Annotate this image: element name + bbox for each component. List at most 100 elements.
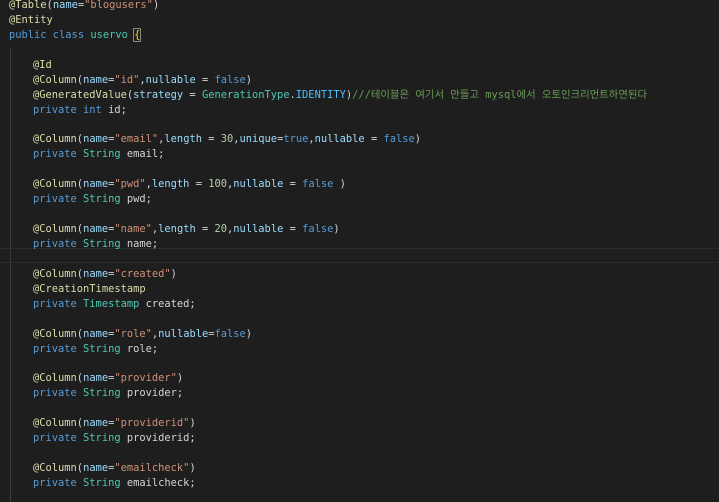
code-line[interactable]: @GeneratedValue(strategy = GenerationTyp…: [9, 88, 647, 103]
code-token: String: [83, 238, 127, 250]
code-token: false: [383, 133, 415, 146]
code-line[interactable]: [9, 118, 647, 133]
code-token: pwd;: [126, 193, 152, 206]
code-line[interactable]: public class uservo {: [9, 27, 647, 43]
code-line[interactable]: [9, 446, 647, 461]
code-token: nullable: [145, 73, 196, 86]
code-token: @Entity: [9, 13, 53, 26]
code-token: length: [151, 178, 190, 191]
code-line[interactable]: private Timestamp created;: [9, 297, 647, 312]
code-token: ): [333, 223, 340, 236]
code-line[interactable]: @Column(name="pwd",length = 100,nullable…: [9, 177, 647, 192]
code-token: length: [158, 223, 196, 236]
code-token: nullable: [233, 178, 284, 191]
code-token: email;: [126, 148, 165, 161]
code-token: String: [83, 477, 127, 489]
code-line[interactable]: @CreationTimestamp: [9, 282, 647, 297]
code-token: "pwd": [114, 178, 146, 191]
code-token: "emailcheck": [114, 462, 190, 475]
code-lines[interactable]: @Table(name="blogusers") @Entity public cl…: [9, 0, 647, 491]
code-line[interactable]: [9, 207, 647, 222]
code-token: "role": [114, 327, 152, 340]
code-token: name: [83, 73, 109, 86]
code-token: ///테이블은 여기서 만들고 mysql에서 오토인크리먼트하면된다: [352, 88, 648, 101]
code-line[interactable]: private String name;: [9, 237, 647, 252]
code-line[interactable]: [9, 312, 647, 327]
code-token: =: [183, 88, 202, 101]
code-token: uservo: [90, 28, 128, 41]
code-token: strategy: [133, 88, 184, 101]
code-token: "created": [114, 267, 171, 280]
code-token: id;: [108, 103, 127, 116]
code-editor[interactable]: @Table(name="blogusers") @Entity public cl…: [0, 0, 719, 502]
code-line[interactable]: @Entity: [9, 13, 647, 28]
code-token: name: [52, 0, 78, 11]
code-line[interactable]: @Column(name="name",length = 20,nullable…: [9, 222, 647, 237]
code-line[interactable]: @Column(name="providerid"): [9, 416, 647, 431]
code-line[interactable]: @Column(name="emailcheck"): [9, 461, 647, 476]
code-token: Timestamp: [83, 297, 146, 310]
code-line[interactable]: @Id: [9, 58, 647, 73]
code-token: name: [83, 178, 109, 191]
code-token: =: [189, 178, 209, 191]
code-token: ): [414, 133, 422, 146]
code-token: private: [33, 342, 84, 355]
code-token: =: [195, 73, 215, 86]
code-line[interactable]: [9, 43, 647, 58]
code-line[interactable]: [9, 401, 647, 416]
code-token: false: [302, 223, 334, 236]
code-line[interactable]: @Table(name="blogusers"): [9, 0, 647, 13]
code-token: ): [152, 0, 160, 11]
code-token: ): [245, 327, 253, 340]
code-token: ): [189, 417, 196, 430]
code-token: @Column: [33, 417, 77, 430]
code-token: false: [302, 178, 334, 191]
code-token: role;: [126, 342, 159, 355]
code-token: name;: [126, 238, 159, 250]
code-token: providerid;: [126, 432, 196, 445]
code-token: 20: [214, 223, 228, 236]
code-token: private: [33, 148, 84, 161]
code-line[interactable]: private String providerid;: [9, 431, 647, 446]
code-line[interactable]: [9, 162, 647, 177]
code-token: nullable: [158, 327, 209, 340]
code-line[interactable]: private String pwd;: [9, 192, 647, 207]
code-token: @Column: [33, 462, 77, 475]
code-line[interactable]: @Column(name="id",nullable = false): [9, 73, 647, 88]
code-line[interactable]: @Column(name="role",nullable=false): [9, 327, 647, 342]
code-line[interactable]: private int id;: [9, 103, 647, 118]
code-token: ): [333, 178, 346, 191]
code-token: length: [164, 133, 202, 146]
code-token: String: [83, 342, 127, 355]
code-line[interactable]: [9, 252, 647, 267]
code-line[interactable]: private String provider;: [9, 386, 647, 401]
code-token: name: [83, 327, 109, 340]
code-token: @GeneratedValue: [33, 88, 127, 101]
code-token: ): [170, 267, 177, 280]
code-line[interactable]: [9, 357, 647, 372]
code-token: String: [83, 387, 127, 400]
code-line[interactable]: @Column(name="created"): [9, 267, 647, 282]
code-token: =: [283, 223, 303, 236]
code-line[interactable]: @Column(name="provider"): [9, 371, 647, 386]
code-line[interactable]: @Column(name="email",length = 30,unique=…: [9, 132, 647, 147]
code-token: name: [83, 417, 109, 430]
code-token: private: [33, 297, 84, 310]
code-token: @Id: [33, 58, 52, 71]
code-token: ): [245, 73, 253, 86]
code-token: ): [176, 372, 184, 385]
code-line[interactable]: private String email;: [9, 147, 647, 162]
code-token: @Column: [33, 133, 77, 146]
code-token: name: [83, 267, 109, 280]
code-token: ): [189, 462, 196, 475]
code-token: String: [83, 432, 127, 445]
code-token: =: [364, 133, 384, 146]
code-token: IDENTITY: [295, 88, 346, 101]
code-line[interactable]: private String emailcheck;: [9, 476, 647, 491]
code-token: true: [283, 133, 309, 146]
code-token: false: [214, 327, 246, 340]
code-token: provider;: [126, 387, 184, 400]
code-token: {: [133, 27, 142, 42]
code-line[interactable]: private String role;: [9, 342, 647, 357]
code-token: =: [283, 178, 303, 191]
